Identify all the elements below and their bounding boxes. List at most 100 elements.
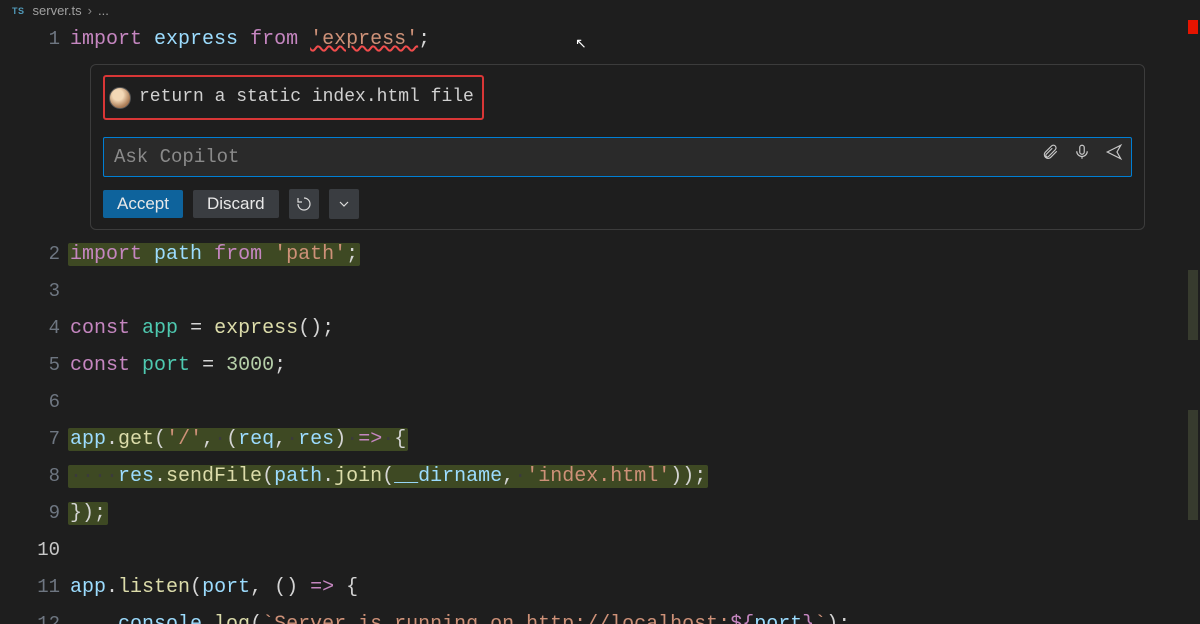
punct: {	[394, 428, 406, 451]
discard-button[interactable]: Discard	[193, 190, 279, 218]
whitespace-dot: ·	[286, 428, 298, 451]
identifier: req	[238, 428, 274, 451]
breadcrumb[interactable]: TS server.ts › ...	[0, 0, 1200, 21]
mic-icon[interactable]	[1073, 138, 1091, 175]
punct: )	[334, 428, 346, 451]
copilot-button-row: Accept Discard	[103, 189, 1132, 219]
identifier: app	[70, 576, 106, 599]
url-link[interactable]: http://localhost:	[526, 613, 730, 624]
number: 3000	[226, 354, 274, 377]
more-dropdown-button[interactable]	[329, 189, 359, 219]
fn: join	[334, 465, 382, 488]
punct: .	[202, 613, 214, 624]
keyword: const	[70, 317, 130, 340]
punct: ;	[418, 28, 430, 51]
keyword: from	[214, 243, 262, 266]
identifier: port	[754, 613, 802, 624]
breadcrumb-rest: ...	[98, 3, 109, 18]
punct: ));	[670, 465, 706, 488]
punct: ,	[502, 465, 514, 488]
punct: });	[70, 502, 106, 525]
punct: (	[382, 465, 394, 488]
punct: (	[262, 465, 274, 488]
string: `	[262, 613, 274, 624]
whitespace-dot: ·	[514, 465, 526, 488]
template-close: }	[802, 613, 814, 624]
code-line[interactable]: 8 ····res.sendFile(path.join(__dirname,·…	[0, 458, 1200, 495]
code-line[interactable]: 1 import express from 'express';	[0, 21, 1200, 58]
copilot-inline-widget: return a static index.html file Accept D…	[90, 64, 1145, 230]
punct: (	[190, 576, 202, 599]
copilot-prompt-text: return a static index.html file	[139, 79, 474, 116]
keyword: const	[70, 354, 130, 377]
arrow: =>	[358, 428, 382, 451]
whitespace-dot: ····	[70, 465, 118, 488]
punct: ;	[274, 354, 286, 377]
scrollbar-diff-marker[interactable]	[1188, 270, 1198, 340]
punct: ;	[346, 243, 358, 266]
punct: .	[106, 428, 118, 451]
send-icon[interactable]	[1105, 138, 1123, 175]
editor-root: ↖ TS server.ts › ... 1 import express fr…	[0, 0, 1200, 624]
code-line[interactable]: 11 app.listen(port, () => {	[0, 569, 1200, 606]
identifier: app	[70, 428, 106, 451]
op: =	[190, 317, 202, 340]
punct: , ()	[250, 576, 310, 599]
template-open: ${	[730, 613, 754, 624]
copilot-input[interactable]	[114, 146, 1041, 168]
code-line[interactable]: 7 app.get('/',·(req,·res)·=>·{	[0, 421, 1200, 458]
copilot-prompt-pill[interactable]: return a static index.html file	[103, 75, 484, 120]
string: 'path'	[274, 243, 346, 266]
punct: .	[106, 576, 118, 599]
code-line[interactable]: 10	[0, 532, 1200, 569]
file-name: server.ts	[33, 3, 82, 18]
fn: log	[214, 613, 250, 624]
string-with-error: 'express'	[310, 28, 418, 51]
code-line[interactable]: 6	[0, 384, 1200, 421]
identifier: port	[202, 576, 250, 599]
attach-icon[interactable]	[1041, 138, 1059, 175]
identifier: __dirname	[394, 465, 502, 488]
whitespace-dot: ·	[214, 428, 226, 451]
code-line[interactable]: 9 });	[0, 495, 1200, 532]
scrollbar-overview[interactable]	[1184, 20, 1200, 610]
code-line[interactable]: 5 const port = 3000;	[0, 347, 1200, 384]
identifier: path	[274, 465, 322, 488]
chevron-right-icon: ›	[88, 3, 92, 18]
code-area[interactable]: 1 import express from 'express'; return …	[0, 21, 1200, 624]
whitespace-dot: ·	[346, 428, 358, 451]
string: Server is running on	[274, 613, 526, 624]
line-number: 9	[0, 495, 70, 532]
line-number: 7	[0, 421, 70, 458]
string: 'index.html'	[526, 465, 670, 488]
code-line[interactable]: 2 import path from 'path';	[0, 236, 1200, 273]
code-line[interactable]: 12 console.log(`Server is running on htt…	[0, 606, 1200, 624]
copilot-input-row[interactable]	[103, 137, 1132, 177]
punct: ();	[298, 317, 334, 340]
identifier: console	[118, 613, 202, 624]
file-type-badge: TS	[10, 5, 27, 17]
accept-button[interactable]: Accept	[103, 190, 183, 218]
line-number: 4	[0, 310, 70, 347]
keyword: import	[70, 28, 142, 51]
retry-button[interactable]	[289, 189, 319, 219]
identifier: res	[298, 428, 334, 451]
scrollbar-diff-marker[interactable]	[1188, 410, 1198, 520]
punct: {	[334, 576, 358, 599]
identifier: res	[118, 465, 154, 488]
avatar-icon	[109, 87, 131, 109]
scrollbar-error-marker[interactable]	[1188, 20, 1198, 34]
keyword: import	[70, 243, 142, 266]
code-line[interactable]: 3	[0, 273, 1200, 310]
arrow: =>	[310, 576, 334, 599]
string: `	[814, 613, 826, 624]
identifier: port	[142, 354, 190, 377]
fn: listen	[118, 576, 190, 599]
punct: .	[322, 465, 334, 488]
code-line[interactable]: 4 const app = express();	[0, 310, 1200, 347]
fn: sendFile	[166, 465, 262, 488]
keyword: from	[250, 28, 298, 51]
line-number: 1	[0, 21, 70, 58]
line-number: 8	[0, 458, 70, 495]
line-number: 5	[0, 347, 70, 384]
